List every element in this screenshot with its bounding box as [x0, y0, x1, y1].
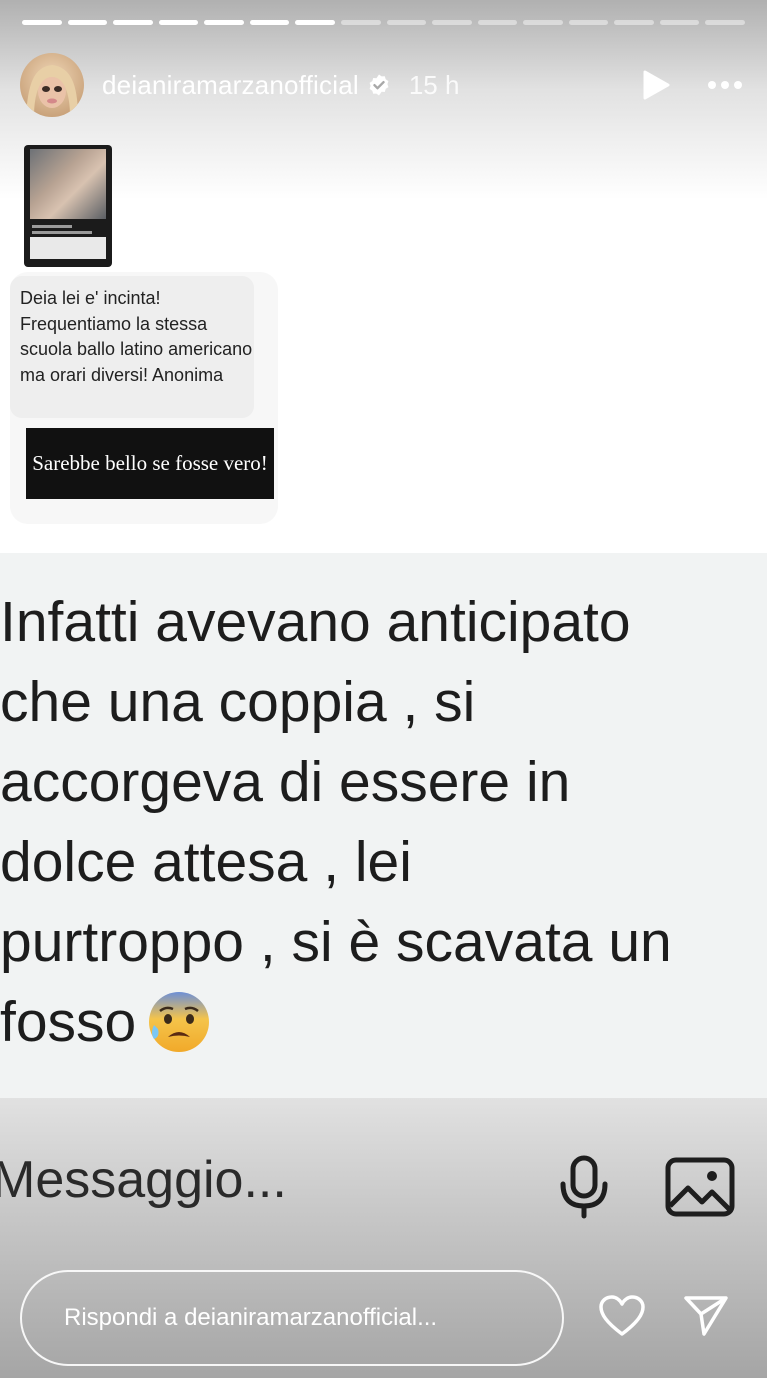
heart-icon[interactable]	[598, 1294, 646, 1338]
progress-segment	[249, 20, 290, 25]
progress-segment	[113, 20, 153, 25]
text-line: dolce attesa , lei	[0, 830, 412, 894]
progress-segment	[386, 20, 427, 25]
answer-caption: Sarebbe bello se fosse vero!	[26, 428, 274, 499]
profile-avatar[interactable]	[20, 53, 84, 117]
post-time: 15 h	[408, 69, 460, 100]
progress-segment	[204, 20, 244, 25]
microphone-icon	[560, 1155, 608, 1219]
text-line-last: fosso	[0, 982, 767, 1062]
text-line: accorgeva di essere in	[0, 750, 571, 814]
image-icon	[665, 1157, 735, 1217]
story-thumbnail	[24, 145, 112, 267]
text-line: che una coppia , si	[0, 670, 476, 734]
play-icon[interactable]	[639, 68, 673, 102]
verified-badge-icon	[369, 74, 389, 96]
send-icon[interactable]	[682, 1294, 730, 1338]
story-main-text: Infatti avevano anticipato che una coppi…	[0, 582, 767, 1062]
progress-segment	[158, 20, 199, 25]
story-viewer[interactable]: deianiramarzanofficial 15 h Deia lei e' …	[0, 0, 767, 1378]
screenshot-message-composer: Messaggio...	[0, 1140, 767, 1230]
progress-segment	[568, 20, 609, 25]
anxious-face-with-sweat-emoji	[149, 991, 210, 1052]
text-line: fosso	[0, 990, 137, 1054]
username[interactable]: deianiramarzanofficial	[102, 70, 359, 101]
progress-segment	[67, 20, 108, 25]
more-options-icon[interactable]	[703, 68, 747, 102]
progress-segment	[340, 20, 381, 25]
progress-segment	[523, 20, 563, 25]
progress-segment	[432, 20, 472, 25]
text-line: purtroppo , si è scavata un	[0, 910, 672, 974]
reply-placeholder: Rispondi a deianiramarzanofficial...	[64, 1304, 438, 1331]
progress-segment	[22, 20, 62, 25]
text-line: Infatti avevano anticipato	[0, 590, 631, 654]
progress-segment	[614, 20, 654, 25]
story-header: deianiramarzanofficial 15 h	[20, 50, 747, 120]
question-text: Deia lei e' incinta! Frequentiamo la ste…	[20, 288, 253, 385]
story-progress-bar	[22, 20, 745, 25]
progress-segment	[705, 20, 745, 25]
reply-input[interactable]: Rispondi a deianiramarzanofficial...	[20, 1270, 564, 1366]
composer-placeholder: Messaggio...	[0, 1151, 287, 1209]
progress-segment	[477, 20, 518, 25]
progress-segment	[295, 20, 335, 25]
story-reply-bar: Rispondi a deianiramarzanofficial...	[0, 1262, 767, 1372]
progress-segment	[659, 20, 700, 25]
